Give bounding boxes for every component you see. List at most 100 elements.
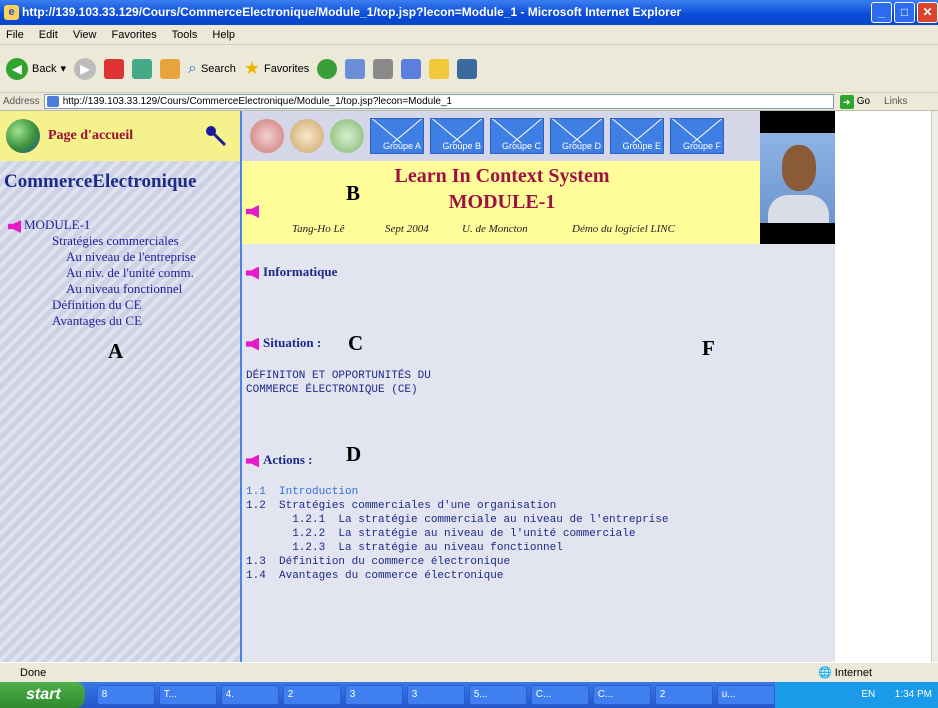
task-button[interactable]: 2 <box>282 685 341 705</box>
home-link[interactable]: Page d'accueil <box>48 128 133 144</box>
back-button[interactable]: ◀ Back ▾ <box>6 57 66 80</box>
task-button[interactable]: C... <box>530 685 589 705</box>
start-button[interactable]: start <box>0 682 85 708</box>
speaker-icon[interactable] <box>246 337 259 351</box>
group-e-button[interactable]: Groupe E <box>610 118 664 154</box>
header-banner: Learn In Context System MODULE-1 B Tang-… <box>242 161 762 244</box>
university-text: U. de Moncton <box>462 223 528 235</box>
situation-text: DÉFINITON ET OPPORTUNITÉS DU COMMERCE ÉL… <box>246 370 431 396</box>
favorites-button[interactable]: ★ Favorites <box>244 58 309 79</box>
vertical-scrollbar[interactable] <box>931 111 938 662</box>
task-button[interactable]: 4. <box>220 685 279 705</box>
nav-item-module[interactable]: MODULE-1 <box>0 217 240 233</box>
mail-icon[interactable] <box>345 58 366 79</box>
action-item-1-3[interactable]: 1.3 Définition du commerce électronique <box>246 555 510 569</box>
messenger-icon[interactable] <box>457 58 478 79</box>
close-button[interactable]: ✕ <box>917 2 938 23</box>
label-c: C <box>348 331 364 355</box>
maximize-button[interactable]: □ <box>894 2 915 23</box>
nav-item-strategies[interactable]: Stratégies commerciales <box>0 233 240 249</box>
group-f-button[interactable]: Groupe F <box>670 118 724 154</box>
back-arrow-icon: ◀ <box>6 57 28 80</box>
search-icon: ⌕ <box>188 59 197 77</box>
star-icon: ★ <box>243 58 260 78</box>
top-icon-bar: Groupe A Groupe B Groupe C Groupe D Grou… <box>242 111 762 161</box>
group-c-button[interactable]: Groupe C <box>490 118 544 154</box>
label-b: B <box>346 181 361 205</box>
language-indicator[interactable]: EN <box>861 689 875 700</box>
menu-bar: File Edit View Favorites Tools Help <box>0 25 938 45</box>
system-tray: EN 1:34 PM <box>774 682 938 708</box>
title-bar: e http://139.103.33.129/Cours/CommerceEl… <box>0 0 938 25</box>
label-d: D <box>346 442 362 466</box>
menu-file[interactable]: File <box>6 29 24 41</box>
menu-edit[interactable]: Edit <box>39 29 58 41</box>
nav-item-unite[interactable]: Au niv. de l'unité comm. <box>0 265 240 281</box>
edit-icon[interactable] <box>401 58 422 79</box>
key-icon[interactable] <box>205 125 227 147</box>
nav-item-definition[interactable]: Définition du CE <box>0 297 240 313</box>
menu-favorites[interactable]: Favorites <box>112 29 157 41</box>
clock: 1:34 PM <box>894 689 932 700</box>
minimize-button[interactable]: _ <box>871 2 892 23</box>
stop-hand-icon[interactable] <box>250 119 284 153</box>
menu-tools[interactable]: Tools <box>172 29 198 41</box>
action-item-1-2-1[interactable]: 1.2.1 La stratégie commerciale au niveau… <box>246 513 668 527</box>
author-name: Tang-Ho Lê <box>292 223 345 235</box>
task-button[interactable]: 8 <box>96 685 155 705</box>
globe-icon[interactable] <box>6 119 40 153</box>
stop-icon[interactable] <box>104 58 124 79</box>
thumbs-up-icon[interactable] <box>330 119 364 153</box>
address-label: Address <box>3 96 40 107</box>
links-label[interactable]: Links <box>884 96 907 107</box>
ie-icon: e <box>4 5 19 20</box>
nav-item-fonctionnel[interactable]: Au niveau fonctionnel <box>0 281 240 297</box>
course-nav: MODULE-1 Stratégies commerciales Au nive… <box>0 217 240 329</box>
nav-item-entreprise[interactable]: Au niveau de l'entreprise <box>0 249 240 265</box>
nav-item-avantages[interactable]: Avantages du CE <box>0 313 240 329</box>
page-icon <box>46 96 59 107</box>
search-button[interactable]: ⌕ Search <box>188 60 236 78</box>
task-button[interactable]: 2 <box>654 685 713 705</box>
address-bar: Address http://139.103.33.129/Cours/Comm… <box>0 93 938 111</box>
menu-help[interactable]: Help <box>212 29 235 41</box>
task-button[interactable]: 5... <box>468 685 527 705</box>
group-d-button[interactable]: Groupe D <box>550 118 604 154</box>
toolbar: ◀ Back ▾ ▶ ⌕ Search ★ Favorites <box>0 45 938 93</box>
task-button[interactable]: C... <box>592 685 651 705</box>
section-actions: Actions : <box>246 452 312 468</box>
course-title: CommerceElectronique <box>4 171 197 192</box>
menu-view[interactable]: View <box>73 29 97 41</box>
task-button[interactable]: u... <box>716 685 775 705</box>
action-item-1-4[interactable]: 1.4 Avantages du commerce électronique <box>246 569 503 583</box>
forward-button[interactable]: ▶ <box>74 57 96 80</box>
author-photo <box>760 111 837 244</box>
print-icon[interactable] <box>373 58 394 79</box>
task-button[interactable]: 3 <box>344 685 403 705</box>
folder-icon[interactable] <box>429 58 450 79</box>
action-item-1-2-3[interactable]: 1.2.3 La stratégie au niveau fonctionnel <box>246 541 563 555</box>
group-b-button[interactable]: Groupe B <box>430 118 484 154</box>
wave-hand-icon[interactable] <box>290 119 324 153</box>
action-item-1-1[interactable]: 1.1 Introduction <box>246 485 358 499</box>
go-button[interactable]: ➜ Go <box>839 94 870 109</box>
group-a-button[interactable]: Groupe A <box>370 118 424 154</box>
task-button[interactable]: 3 <box>406 685 465 705</box>
speaker-icon[interactable] <box>246 266 259 280</box>
home-icon[interactable] <box>160 58 180 79</box>
date-text: Sept 2004 <box>385 223 429 235</box>
section-situation: Situation : <box>246 335 321 351</box>
label-f: F <box>702 336 715 360</box>
history-icon[interactable] <box>317 58 338 79</box>
status-text: Done <box>20 667 47 679</box>
task-button[interactable]: T... <box>158 685 217 705</box>
section-informatique: Informatique <box>246 264 337 280</box>
action-item-1-2[interactable]: 1.2 Stratégies commerciales d'une organi… <box>246 499 556 513</box>
speaker-icon <box>8 220 21 233</box>
label-a: A <box>108 339 124 363</box>
refresh-icon[interactable] <box>132 58 152 79</box>
speaker-icon[interactable] <box>246 454 259 468</box>
blank-area <box>835 111 931 662</box>
action-item-1-2-2[interactable]: 1.2.2 La stratégie au niveau de l'unité … <box>246 527 635 541</box>
address-input[interactable]: http://139.103.33.129/Cours/CommerceElec… <box>43 94 834 109</box>
